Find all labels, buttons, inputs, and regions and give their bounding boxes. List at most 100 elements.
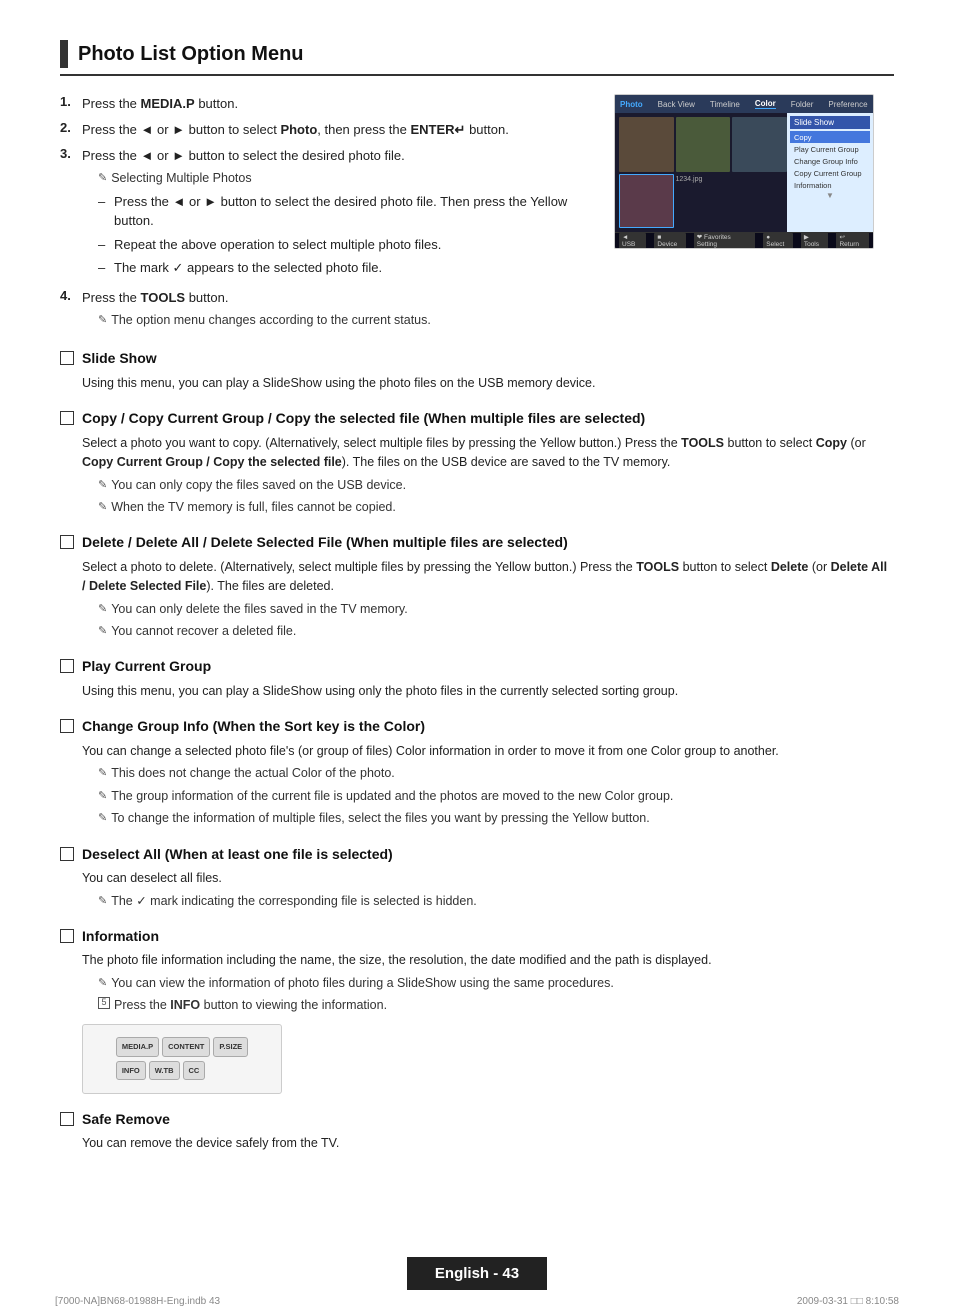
footer-file-info: [7000-NA]BN68-01988H-Eng.indb 43: [55, 1296, 220, 1307]
step-1: 1. Press the MEDIA.P button.: [60, 94, 594, 114]
copy-title: Copy / Copy Current Group / Copy the sel…: [82, 409, 645, 429]
tv-btn-tools: ▶ Tools: [801, 232, 829, 249]
tv-thumb-3: [732, 117, 787, 172]
copy-bold2: Copy: [816, 436, 847, 450]
step-1-bold: MEDIA.P: [141, 96, 195, 111]
section-slide-show: Slide Show Using this menu, you can play…: [60, 349, 894, 393]
section-change-group: Change Group Info (When the Sort key is …: [60, 717, 894, 828]
step-4-content: Press the TOOLS button. ✎ The option men…: [82, 288, 594, 334]
remote-image: MEDIA.P CONTENT P.SIZE INFO W.TB CC: [82, 1024, 282, 1094]
delete-body: Select a photo to delete. (Alternatively…: [82, 558, 894, 642]
pencil-icon-copy-1: ✎: [98, 477, 107, 494]
steps-column: 1. Press the MEDIA.P button. 2. Press th…: [60, 94, 594, 339]
tv-tab-color: Color: [755, 99, 776, 109]
section-information: Information The photo file information i…: [60, 927, 894, 1094]
delete-tools-bold: TOOLS: [636, 560, 679, 574]
tv-bottom-bar: ◄ USB ■ Device ❤ Favorites Setting ● Sel…: [615, 232, 873, 248]
change-group-note-2: ✎ The group information of the current f…: [98, 787, 894, 806]
pencil-icon-copy-2: ✎: [98, 499, 107, 516]
remote-btn-content: CONTENT: [162, 1037, 210, 1057]
pencil-icon-1: ✎: [98, 170, 107, 187]
tv-content-area: 1234.jpg Slide Show Copy Play Current Gr…: [615, 113, 873, 232]
section-play-current: Play Current Group Using this menu, you …: [60, 657, 894, 701]
section-deselect-all: Deselect All (When at least one file is …: [60, 845, 894, 911]
deselect-all-body: You can deselect all files. ✎ The ✓ mark…: [82, 869, 894, 911]
step-2: 2. Press the ◄ or ► button to select Pho…: [60, 120, 594, 140]
checkbox-change-group: [60, 719, 74, 733]
checkbox-slide-show: [60, 351, 74, 365]
page-number-box: English - 43: [407, 1257, 547, 1290]
change-group-note-3: ✎ To change the information of multiple …: [98, 809, 894, 828]
checkbox-safe-remove: [60, 1112, 74, 1126]
deselect-all-title: Deselect All (When at least one file is …: [82, 845, 393, 865]
tv-btn-favorites: ❤ Favorites Setting: [694, 232, 755, 249]
step-4-note: ✎ The option menu changes according to t…: [98, 311, 594, 330]
dash-list: – Press the ◄ or ► button to select the …: [98, 192, 594, 278]
copy-bold3: Copy Current Group / Copy the selected f…: [82, 455, 342, 469]
delete-bold3: Delete All / Delete Selected File: [82, 560, 887, 593]
step-1-number: 1.: [60, 94, 78, 114]
step-4: 4. Press the TOOLS button. ✎ The option …: [60, 288, 594, 334]
section-safe-remove: Safe Remove You can remove the device sa…: [60, 1110, 894, 1154]
safe-remove-header: Safe Remove: [60, 1110, 894, 1130]
change-group-header: Change Group Info (When the Sort key is …: [60, 717, 894, 737]
tv-thumb-2: [676, 117, 731, 172]
dash-2: – Repeat the above operation to select m…: [98, 235, 594, 255]
tv-menu-information: Information: [790, 179, 870, 191]
information-body: The photo file information including the…: [82, 951, 894, 1093]
checkbox-play-current: [60, 659, 74, 673]
copy-body: Select a photo you want to copy. (Altern…: [82, 434, 894, 518]
checkbox-deselect-all: [60, 847, 74, 861]
step-2-photo: Photo: [280, 122, 317, 137]
change-group-body: You can change a selected photo file's (…: [82, 742, 894, 829]
tv-tab-folder: Folder: [791, 100, 814, 109]
tv-tab-backview: Back View: [658, 100, 695, 109]
pencil-icon-del-1: ✎: [98, 601, 107, 618]
deselect-all-note: ✎ The ✓ mark indicating the correspondin…: [98, 892, 894, 911]
tv-top-bar: Photo Back View Timeline Color Folder Pr…: [615, 95, 873, 113]
option-sections: Slide Show Using this menu, you can play…: [60, 349, 894, 1153]
tv-btn-device: ■ Device: [654, 233, 685, 249]
tv-btn-select: ● Select: [763, 233, 793, 249]
step-1-content: Press the MEDIA.P button.: [82, 94, 594, 114]
checkbox-information: [60, 929, 74, 943]
tv-tab-timeline: Timeline: [710, 100, 740, 109]
delete-title: Delete / Delete All / Delete Selected Fi…: [82, 533, 568, 553]
tv-thumbnails: 1234.jpg: [615, 113, 787, 232]
tv-btn-usb: ◄ USB: [619, 233, 646, 249]
slide-show-title: Slide Show: [82, 349, 157, 369]
page-footer: English - 43: [0, 1257, 954, 1290]
square-icon-info: 5: [98, 997, 110, 1009]
step-2-number: 2.: [60, 120, 78, 140]
tv-screenshot: Photo Back View Timeline Color Folder Pr…: [614, 94, 874, 249]
safe-remove-title: Safe Remove: [82, 1110, 170, 1130]
copy-tools-bold: TOOLS: [681, 436, 724, 450]
tv-menu-title: Slide Show: [790, 116, 870, 129]
information-header: Information: [60, 927, 894, 947]
page-title: Photo List Option Menu: [78, 43, 304, 66]
tv-filename: 1234.jpg: [676, 174, 787, 229]
deselect-all-header: Deselect All (When at least one file is …: [60, 845, 894, 865]
tv-tab-photo: Photo: [620, 100, 643, 109]
pencil-icon-da: ✎: [98, 893, 107, 910]
play-current-body: Using this menu, you can play a SlideSho…: [82, 682, 894, 701]
title-accent-bar: [60, 40, 68, 68]
pencil-icon-cg-1: ✎: [98, 765, 107, 782]
delete-note-2: ✎ You cannot recover a deleted file.: [98, 622, 894, 641]
delete-note-1: ✎ You can only delete the files saved in…: [98, 600, 894, 619]
section-copy: Copy / Copy Current Group / Copy the sel…: [60, 409, 894, 517]
pencil-icon-cg-3: ✎: [98, 810, 107, 827]
tv-screenshot-column: Photo Back View Timeline Color Folder Pr…: [614, 94, 894, 339]
delete-bold2: Delete: [771, 560, 809, 574]
tv-menu-copy-current: Copy Current Group: [790, 167, 870, 179]
remote-btn-cc: CC: [183, 1061, 206, 1081]
tv-menu-play-current: Play Current Group: [790, 143, 870, 155]
intro-section: 1. Press the MEDIA.P button. 2. Press th…: [60, 94, 894, 339]
page-container: Photo List Option Menu 1. Press the MEDI…: [0, 0, 954, 1315]
step-3-note: ✎ Selecting Multiple Photos: [98, 169, 594, 188]
slide-show-header: Slide Show: [60, 349, 894, 369]
copy-note-1: ✎ You can only copy the files saved on t…: [98, 476, 894, 495]
information-note-2: 5 Press the INFO button to viewing the i…: [98, 996, 894, 1015]
dash-1: – Press the ◄ or ► button to select the …: [98, 192, 594, 231]
pencil-icon-del-2: ✎: [98, 623, 107, 640]
